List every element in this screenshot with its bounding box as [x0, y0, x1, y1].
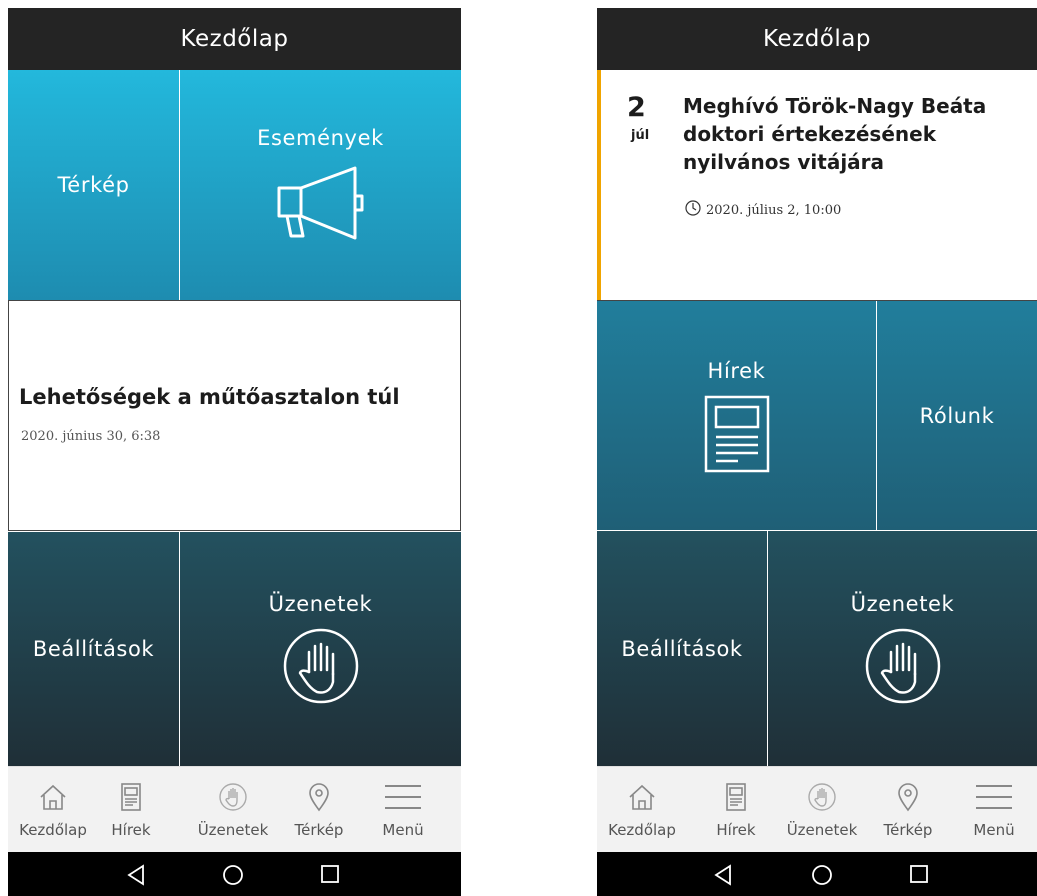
tile-news[interactable]: Hírek: [597, 301, 876, 530]
nav-news[interactable]: Hírek: [705, 767, 767, 853]
nav-news-label: Hírek: [716, 821, 756, 839]
tile-settings-label: Beállítások: [32, 637, 155, 661]
tile-settings[interactable]: Beállítások: [597, 531, 767, 766]
tile-events[interactable]: Események: [180, 70, 461, 300]
right-phone-screen: Kezdőlap 2 júl Meghívó Török-Nagy Beáta …: [597, 8, 1037, 896]
recents-icon[interactable]: [909, 864, 929, 888]
event-title-line-1: Meghívó Török-Nagy Beáta: [683, 94, 987, 118]
bottom-nav: Kezdőlap Hírek Üzenetek Térkép Menü: [597, 766, 1037, 852]
page-title: Kezdőlap: [180, 26, 289, 52]
nav-home[interactable]: Kezdőlap: [597, 767, 687, 853]
hand-icon: [863, 626, 943, 706]
nav-home-label: Kezdőlap: [608, 821, 676, 839]
event-month: júl: [631, 128, 650, 143]
tile-news-label: Hírek: [707, 358, 766, 383]
map-pin-icon: [308, 781, 330, 813]
event-day: 2: [627, 92, 646, 123]
clock-icon: [685, 200, 701, 220]
event-time: 2020. július 2, 10:00: [706, 202, 842, 218]
nav-map[interactable]: Térkép: [871, 767, 945, 853]
tile-settings[interactable]: Beállítások: [8, 532, 179, 766]
home-icon: [627, 781, 657, 813]
newspaper-icon: [704, 395, 770, 473]
nav-home[interactable]: Kezdőlap: [8, 767, 98, 853]
back-icon[interactable]: [713, 864, 733, 890]
hamburger-icon: [976, 781, 1012, 813]
app-header: Kezdőlap: [597, 8, 1037, 70]
app-header: Kezdőlap: [8, 8, 461, 70]
back-icon[interactable]: [126, 864, 146, 890]
hand-icon: [218, 781, 248, 813]
nav-messages-label: Üzenetek: [197, 821, 269, 839]
hamburger-icon: [385, 781, 421, 813]
page-title: Kezdőlap: [763, 26, 871, 52]
tile-messages[interactable]: Üzenetek: [180, 532, 461, 766]
system-nav-bar: [8, 852, 461, 896]
home-circle-icon[interactable]: [222, 864, 244, 890]
hand-icon: [807, 781, 837, 813]
nav-map-label: Térkép: [294, 821, 344, 839]
tile-divider: [767, 531, 768, 766]
nav-menu[interactable]: Menü: [368, 767, 438, 853]
nav-messages-label: Üzenetek: [786, 821, 858, 839]
nav-messages[interactable]: Üzenetek: [779, 767, 865, 853]
event-title-line-2: doktori értekezésének: [683, 122, 936, 146]
nav-home-label: Kezdőlap: [19, 821, 87, 839]
nav-menu-label: Menü: [382, 821, 424, 839]
hand-icon: [281, 626, 361, 706]
news-title: Lehetőségek a műtőasztalon túl: [19, 385, 400, 409]
home-icon: [38, 781, 68, 813]
nav-news[interactable]: Hírek: [98, 767, 164, 853]
tile-messages-label: Üzenetek: [268, 592, 373, 616]
nav-news-label: Hírek: [111, 821, 151, 839]
nav-menu-label: Menü: [973, 821, 1015, 839]
megaphone-icon: [271, 164, 371, 244]
news-date: 2020. június 30, 6:38: [21, 429, 161, 444]
system-nav-bar: [597, 852, 1037, 896]
tile-messages-label: Üzenetek: [850, 591, 955, 616]
tile-divider: [179, 70, 180, 300]
tile-map-label: Térkép: [57, 173, 130, 197]
nav-map[interactable]: Térkép: [282, 767, 356, 853]
news-card[interactable]: Lehetőségek a műtőasztalon túl 2020. jún…: [8, 300, 461, 531]
tile-events-label: Események: [257, 126, 384, 150]
divider: [597, 530, 1037, 531]
tile-about-label: Rólunk: [919, 403, 995, 428]
nav-map-label: Térkép: [883, 821, 933, 839]
tile-settings-label: Beállítások: [621, 636, 743, 661]
nav-messages[interactable]: Üzenetek: [190, 767, 276, 853]
home-circle-icon[interactable]: [811, 864, 833, 890]
tile-divider: [179, 532, 180, 766]
tile-divider: [876, 301, 877, 530]
map-pin-icon: [897, 781, 919, 813]
nav-menu[interactable]: Menü: [959, 767, 1029, 853]
tile-map[interactable]: Térkép: [8, 70, 179, 300]
tile-about[interactable]: Rólunk: [877, 301, 1037, 530]
event-time-row: 2020. július 2, 10:00: [685, 200, 841, 220]
event-card[interactable]: 2 júl Meghívó Török-Nagy Beáta doktori é…: [597, 70, 1037, 300]
left-phone-screen: Kezdőlap Térkép Események Lehetőségek a …: [8, 8, 461, 896]
newspaper-icon: [726, 781, 746, 813]
bottom-nav: Kezdőlap Hírek Üzenetek Térkép Menü: [8, 766, 461, 852]
event-title-line-3: nyilvános vitájára: [683, 150, 885, 174]
newspaper-icon: [121, 781, 141, 813]
recents-icon[interactable]: [320, 864, 340, 888]
tile-messages[interactable]: Üzenetek: [768, 531, 1037, 766]
